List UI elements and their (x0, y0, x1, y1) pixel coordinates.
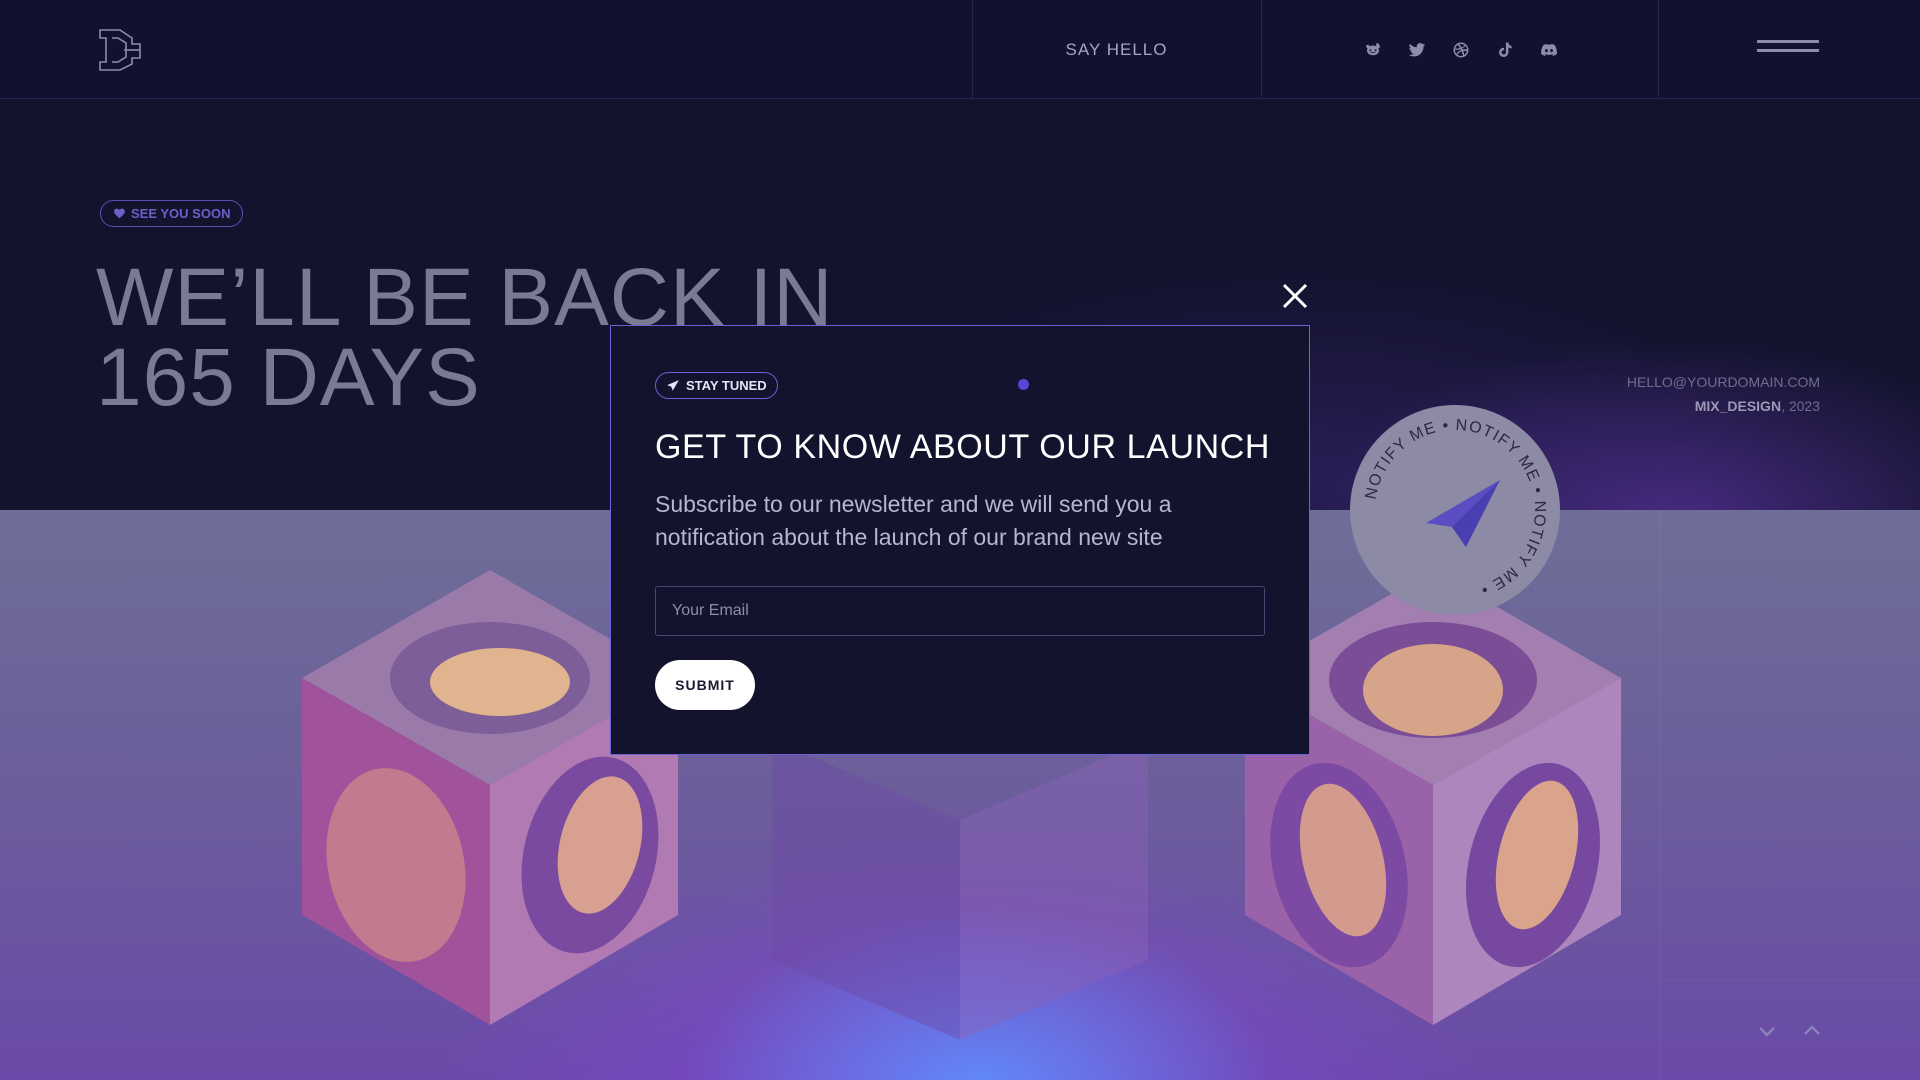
email-field[interactable] (655, 586, 1265, 636)
modal-description: Subscribe to our newsletter and we will … (655, 491, 1172, 550)
copyright-year: , 2023 (1781, 398, 1820, 414)
tiktok-icon[interactable] (1494, 39, 1516, 61)
contact-email[interactable]: HELLO@YOURDOMAIN.COM (1627, 370, 1820, 394)
header-divider (1658, 0, 1659, 99)
heart-icon (114, 208, 125, 219)
modal-title: GET TO KNOW ABOUT OUR LAUNCH (655, 428, 1271, 466)
chevron-up-icon[interactable] (1801, 1020, 1823, 1042)
notify-me-button[interactable]: NOTIFY ME • NOTIFY ME • NOTIFY ME • (1350, 405, 1560, 615)
decorative-dot (1018, 379, 1029, 390)
say-hello-link[interactable]: SAY HELLO (972, 0, 1261, 99)
badge-label: SEE YOU SOON (131, 206, 231, 221)
discord-icon[interactable] (1538, 39, 1560, 61)
reddit-icon[interactable] (1362, 39, 1384, 61)
copyright: MIX_DESIGN, 2023 (1627, 394, 1820, 418)
hamburger-menu-icon[interactable] (1757, 40, 1819, 60)
contact-info: HELLO@YOURDOMAIN.COM MIX_DESIGN, 2023 (1627, 370, 1820, 418)
submit-button[interactable]: SUBMIT (655, 660, 755, 710)
stay-tuned-badge: STAY TUNED (655, 372, 778, 399)
cube-sculpture-middle (770, 740, 1150, 1040)
badge-label: STAY TUNED (686, 378, 767, 393)
see-you-soon-badge: SEE YOU SOON (100, 200, 244, 227)
paper-plane-icon (667, 379, 679, 391)
logo-icon[interactable] (98, 28, 142, 72)
close-icon[interactable] (1280, 281, 1310, 311)
scene-grid-line (1660, 980, 1920, 981)
social-links (1262, 0, 1659, 99)
chevron-down-icon[interactable] (1756, 1020, 1778, 1042)
scene-grid-line (1659, 510, 1660, 1080)
newsletter-modal: STAY TUNED GET TO KNOW ABOUT OUR LAUNCH … (610, 325, 1310, 755)
paper-plane-icon (1426, 480, 1500, 547)
twitter-icon[interactable] (1406, 39, 1428, 61)
site-header: SAY HELLO (0, 0, 1920, 99)
brand-name: MIX_DESIGN (1694, 398, 1782, 414)
dribbble-icon[interactable] (1450, 39, 1472, 61)
coming-soon-page: SAY HELLO SEE YOU SOON WE’LL BE BACK IN … (0, 0, 1920, 1080)
